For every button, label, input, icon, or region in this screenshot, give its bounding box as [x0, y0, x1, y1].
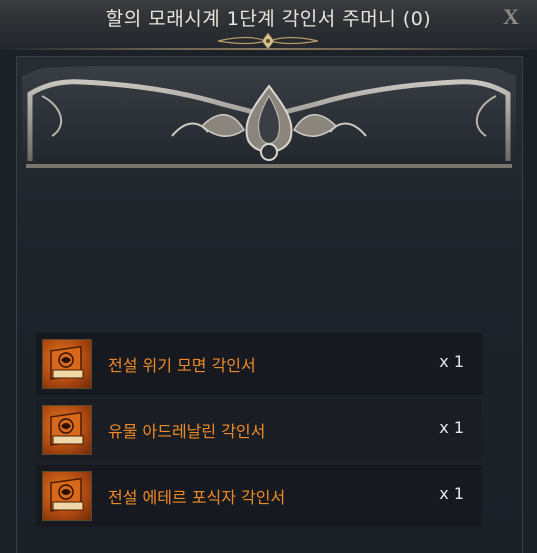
- engraving-book-icon: [42, 339, 92, 389]
- item-quantity: x 1: [439, 418, 464, 437]
- engraving-book-icon: [42, 405, 92, 455]
- list-item[interactable]: 전설 에테르 포식자 각인서 x 1: [36, 465, 482, 527]
- list-item[interactable]: 전설 위기 모면 각인서 x 1: [36, 333, 482, 395]
- item-quantity: x 1: [439, 352, 464, 371]
- item-name: 유물 아드레날린 각인서: [108, 422, 266, 441]
- close-button[interactable]: X: [499, 4, 523, 30]
- window-title: 할의 모래시계 1단계 각인서 주머니 (0): [105, 8, 432, 30]
- item-name: 전설 위기 모면 각인서: [108, 356, 256, 375]
- item-list: 전설 위기 모면 각인서 x 1 유물 아드레날린 각인서 x 1 전설 에테르…: [36, 333, 482, 531]
- item-name: 전설 에테르 포식자 각인서: [108, 488, 286, 507]
- list-item[interactable]: 유물 아드레날린 각인서 x 1: [36, 399, 482, 461]
- decorative-header-icon: [22, 66, 516, 168]
- title-ornament-icon: [217, 32, 319, 50]
- engraving-book-icon: [42, 471, 92, 521]
- item-quantity: x 1: [439, 484, 464, 503]
